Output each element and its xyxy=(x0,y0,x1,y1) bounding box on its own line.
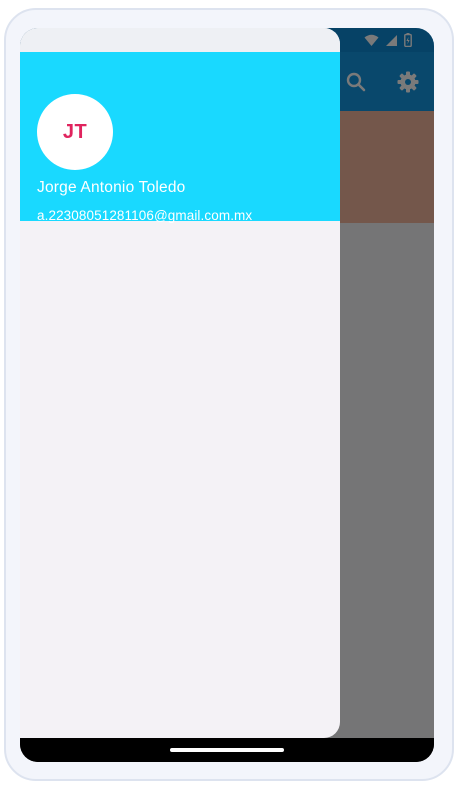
drawer-status-bar xyxy=(20,28,340,52)
home-gesture-handle[interactable] xyxy=(170,748,284,752)
navigation-drawer: JT Jorge Antonio Toledo a.22308051281106… xyxy=(20,28,340,738)
account-email: a.22308051281106@gmail.com.mx xyxy=(37,208,253,223)
drawer-header: JT Jorge Antonio Toledo a.22308051281106… xyxy=(20,52,340,223)
avatar[interactable]: JT xyxy=(37,94,113,170)
system-navigation-bar xyxy=(20,738,434,762)
avatar-initials: JT xyxy=(62,120,88,143)
phone-screen: JT Jorge Antonio Toledo a.22308051281106… xyxy=(20,28,434,762)
account-name: Jorge Antonio Toledo xyxy=(37,179,186,196)
